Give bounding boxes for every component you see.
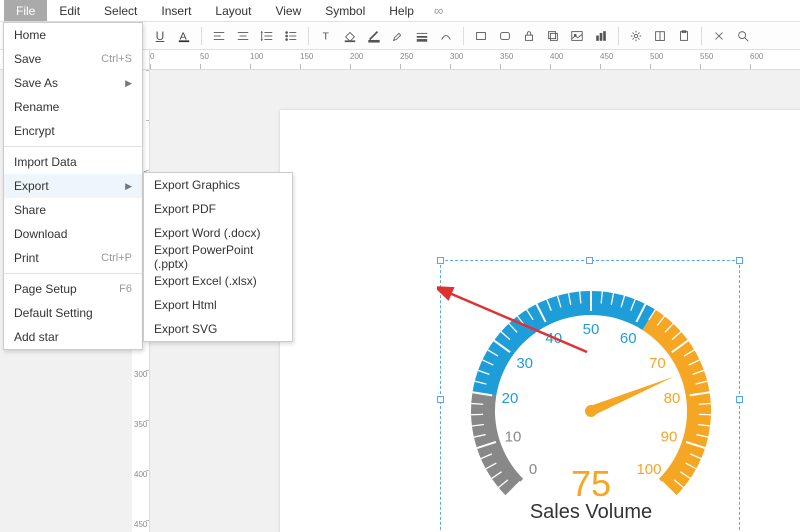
menu-help[interactable]: Help <box>377 0 426 21</box>
highlight-button[interactable] <box>387 25 409 47</box>
file-menu-export[interactable]: Export▶ <box>4 174 142 198</box>
menu-view[interactable]: View <box>263 0 313 21</box>
svg-text:20: 20 <box>502 390 519 407</box>
align-center-button[interactable] <box>232 25 254 47</box>
export-submenu: Export GraphicsExport PDFExport Word (.d… <box>143 172 293 342</box>
font-color-button[interactable]: A <box>173 25 195 47</box>
infinity-icon: ∞ <box>426 0 451 21</box>
gauge-chart[interactable]: 0102030405060708090100 75 Sales Volume <box>441 261 741 532</box>
book-icon[interactable] <box>649 25 671 47</box>
align-left-button[interactable] <box>208 25 230 47</box>
file-menu: HomeSaveCtrl+SSave As▶RenameEncrypt Impor… <box>3 22 143 350</box>
svg-text:60: 60 <box>620 330 637 347</box>
menu-symbol[interactable]: Symbol <box>313 0 377 21</box>
line-spacing-button[interactable] <box>256 25 278 47</box>
export-export-word-docx-[interactable]: Export Word (.docx) <box>144 221 292 245</box>
svg-text:T: T <box>323 30 330 42</box>
export-export-powerpoint-pptx-[interactable]: Export PowerPoint (.pptx) <box>144 245 292 269</box>
export-export-pdf[interactable]: Export PDF <box>144 197 292 221</box>
file-menu-add-star[interactable]: Add star <box>4 325 142 349</box>
fill-color-button[interactable] <box>339 25 361 47</box>
file-menu-encrypt[interactable]: Encrypt <box>4 119 142 143</box>
file-menu-rename[interactable]: Rename <box>4 95 142 119</box>
export-export-excel-xlsx-[interactable]: Export Excel (.xlsx) <box>144 269 292 293</box>
file-menu-print[interactable]: PrintCtrl+P <box>4 246 142 270</box>
svg-text:70: 70 <box>649 355 666 372</box>
file-menu-import-data[interactable]: Import Data <box>4 150 142 174</box>
menu-insert[interactable]: Insert <box>149 0 203 21</box>
clipboard-icon[interactable] <box>673 25 695 47</box>
svg-text:90: 90 <box>661 428 678 445</box>
menu-edit[interactable]: Edit <box>47 0 92 21</box>
svg-text:10: 10 <box>505 428 522 445</box>
ruler-horizontal: 050100150200250300350400450500550600650 <box>150 50 800 70</box>
shape-rounded-button[interactable] <box>494 25 516 47</box>
svg-text:40: 40 <box>545 330 562 347</box>
export-export-graphics[interactable]: Export Graphics <box>144 173 292 197</box>
line-color-button[interactable] <box>363 25 385 47</box>
selection-box[interactable]: 0102030405060708090100 75 Sales Volume <box>440 260 740 532</box>
svg-text:30: 30 <box>516 355 533 372</box>
menu-file[interactable]: File <box>4 0 47 21</box>
file-menu-default-setting[interactable]: Default Setting <box>4 301 142 325</box>
line-style-button[interactable] <box>411 25 433 47</box>
search-icon[interactable] <box>732 25 754 47</box>
export-export-svg[interactable]: Export SVG <box>144 317 292 341</box>
underline-button[interactable]: U <box>149 25 171 47</box>
shape-rect-button[interactable] <box>470 25 492 47</box>
shape-layers-button[interactable] <box>542 25 564 47</box>
connector-button[interactable] <box>435 25 457 47</box>
chart-button[interactable] <box>590 25 612 47</box>
file-menu-page-setup[interactable]: Page SetupF6 <box>4 277 142 301</box>
bullets-button[interactable] <box>280 25 302 47</box>
tools-icon[interactable] <box>708 25 730 47</box>
gauge-value: 75 <box>441 463 741 505</box>
file-menu-save-as[interactable]: Save As▶ <box>4 71 142 95</box>
menu-layout[interactable]: Layout <box>203 0 263 21</box>
file-menu-home[interactable]: Home <box>4 23 142 47</box>
gear-icon[interactable] <box>625 25 647 47</box>
svg-text:50: 50 <box>583 321 600 338</box>
file-menu-share[interactable]: Share <box>4 198 142 222</box>
menubar: File Edit Select Insert Layout View Symb… <box>0 0 800 22</box>
export-export-html[interactable]: Export Html <box>144 293 292 317</box>
shape-lock-button[interactable] <box>518 25 540 47</box>
menu-select[interactable]: Select <box>92 0 149 21</box>
file-menu-save[interactable]: SaveCtrl+S <box>4 47 142 71</box>
text-tool-button[interactable]: T <box>315 25 337 47</box>
svg-text:80: 80 <box>664 390 681 407</box>
gauge-title: Sales Volume <box>441 501 741 524</box>
file-menu-download[interactable]: Download <box>4 222 142 246</box>
image-button[interactable] <box>566 25 588 47</box>
